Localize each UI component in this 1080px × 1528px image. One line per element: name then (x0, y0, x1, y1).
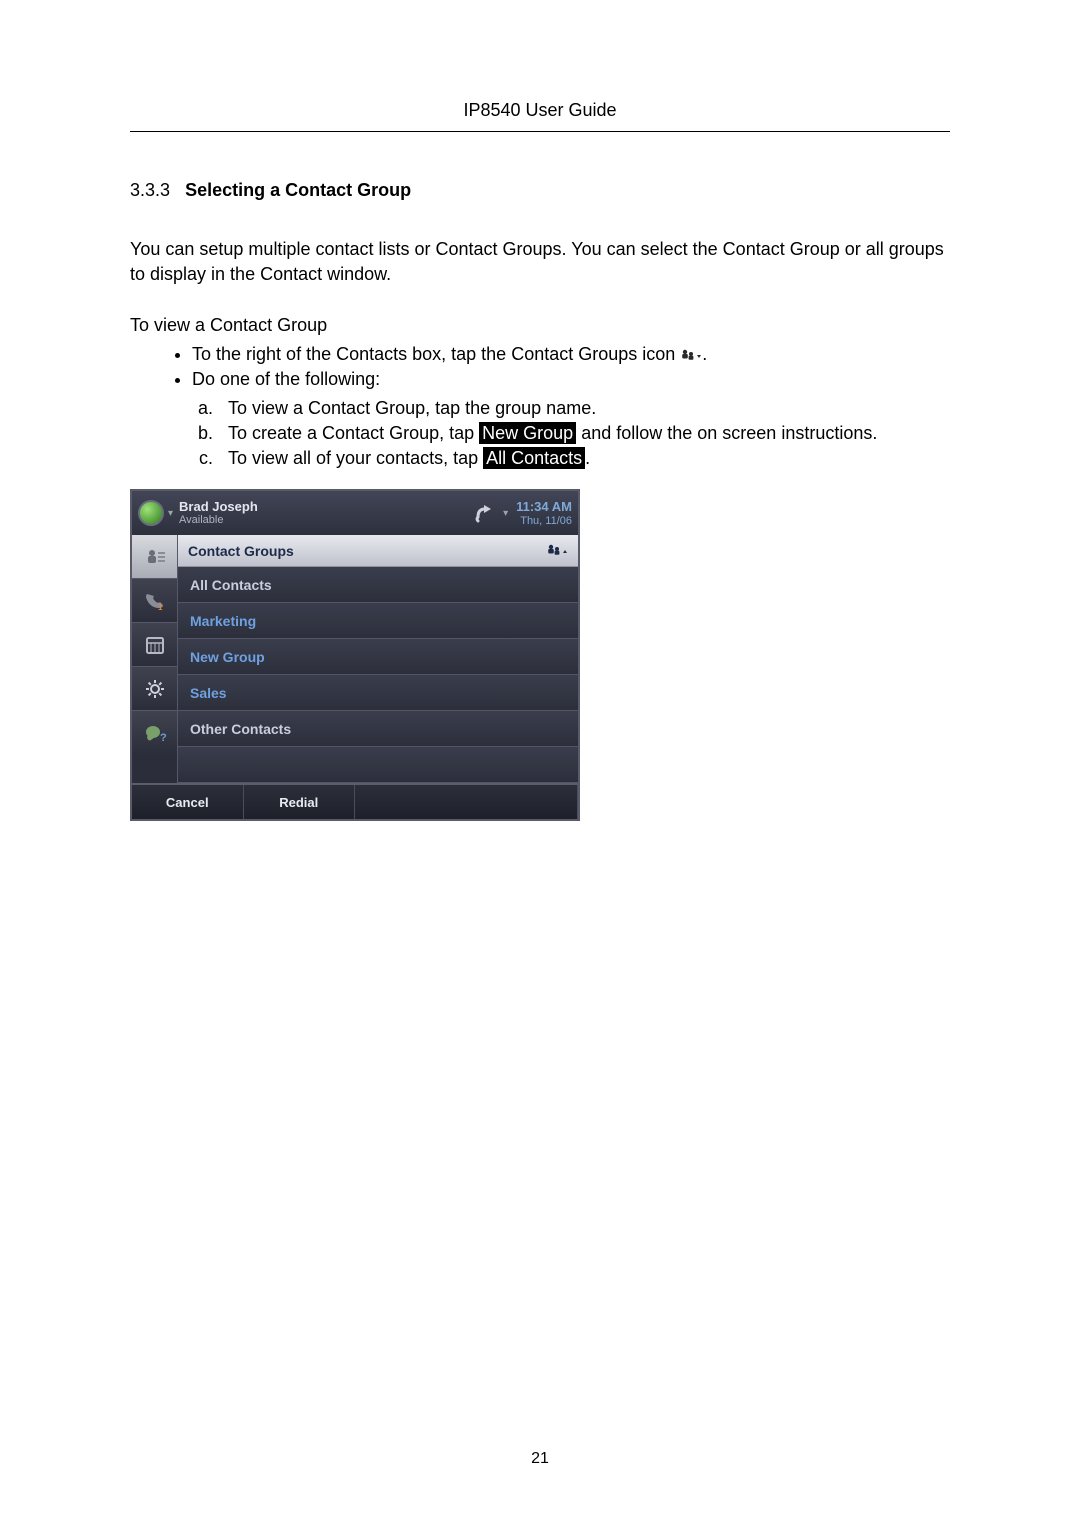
help-tab-icon: ? (143, 722, 167, 744)
softkey-redial[interactable]: Redial (244, 785, 356, 819)
list-item-sales[interactable]: Sales (178, 675, 578, 711)
bullet-text-prefix: To the right of the Contacts box, tap th… (192, 344, 675, 364)
tab-settings[interactable] (132, 667, 177, 711)
list-item-other-contacts[interactable]: Other Contacts (178, 711, 578, 747)
step-b-prefix: To create a Contact Group, tap (228, 423, 479, 443)
list-item-all-contacts[interactable]: All Contacts (178, 567, 578, 603)
list-blank-row (178, 747, 578, 783)
all-contacts-tag: All Contacts (483, 447, 585, 469)
page-number: 21 (0, 1450, 1080, 1468)
step-b: To create a Contact Group, tap New Group… (218, 423, 950, 444)
softkey-empty (355, 785, 578, 819)
section-number: 3.3.3 (130, 180, 170, 200)
phone-screenshot: ▾ Brad Joseph Available ▾ 11:34 AM Thu, … (130, 489, 580, 821)
calendar-tab-icon (144, 634, 166, 656)
content-title: Contact Groups (188, 543, 294, 559)
bullet-contacts-icon: To the right of the Contacts box, tap th… (192, 344, 950, 365)
procedure-intro: To view a Contact Group (130, 315, 950, 336)
call-forward-dropdown-icon[interactable]: ▾ (503, 508, 508, 519)
step-b-suffix: and follow the on screen instructions. (576, 423, 877, 443)
softkey-bar: Cancel Redial (132, 783, 578, 819)
contacts-tab-icon (143, 546, 167, 568)
user-status: Available (179, 514, 471, 526)
side-tab-bar: 1 (132, 535, 178, 783)
call-log-tab-icon: 1 (142, 590, 168, 612)
step-c: To view all of your contacts, tap All Co… (218, 448, 950, 469)
contact-groups-collapse-icon[interactable] (546, 543, 568, 559)
content-header: Contact Groups (178, 535, 578, 567)
step-a: To view a Contact Group, tap the group n… (218, 398, 950, 419)
bullet-text-suffix: . (702, 344, 707, 364)
tab-calendar[interactable] (132, 623, 177, 667)
bullet-do-one: Do one of the following: (192, 369, 950, 390)
tab-call-log[interactable]: 1 (132, 579, 177, 623)
user-name: Brad Joseph (179, 500, 471, 514)
svg-text:1: 1 (158, 603, 163, 612)
section-heading: 3.3.3 Selecting a Contact Group (130, 180, 950, 201)
presence-dropdown-icon[interactable]: ▾ (168, 508, 173, 519)
phone-top-bar: ▾ Brad Joseph Available ▾ 11:34 AM Thu, … (132, 491, 578, 535)
intro-paragraph: You can setup multiple contact lists or … (130, 237, 950, 287)
clock-time: 11:34 AM (516, 500, 572, 515)
gear-icon (144, 678, 166, 700)
page-header: IP8540 User Guide (130, 100, 950, 132)
presence-icon[interactable] (138, 500, 164, 526)
section-title: Selecting a Contact Group (185, 180, 411, 200)
new-group-tag: New Group (479, 422, 576, 444)
tab-contacts[interactable] (132, 535, 177, 579)
contact-groups-icon (680, 348, 702, 364)
clock-date: Thu, 11/06 (516, 515, 572, 528)
call-forward-icon[interactable] (471, 501, 501, 525)
step-c-prefix: To view all of your contacts, tap (228, 448, 483, 468)
list-item-new-group[interactable]: New Group (178, 639, 578, 675)
list-item-marketing[interactable]: Marketing (178, 603, 578, 639)
tab-help[interactable]: ? (132, 711, 177, 755)
svg-text:?: ? (160, 732, 167, 744)
softkey-cancel[interactable]: Cancel (132, 785, 244, 819)
step-c-suffix: . (585, 448, 590, 468)
